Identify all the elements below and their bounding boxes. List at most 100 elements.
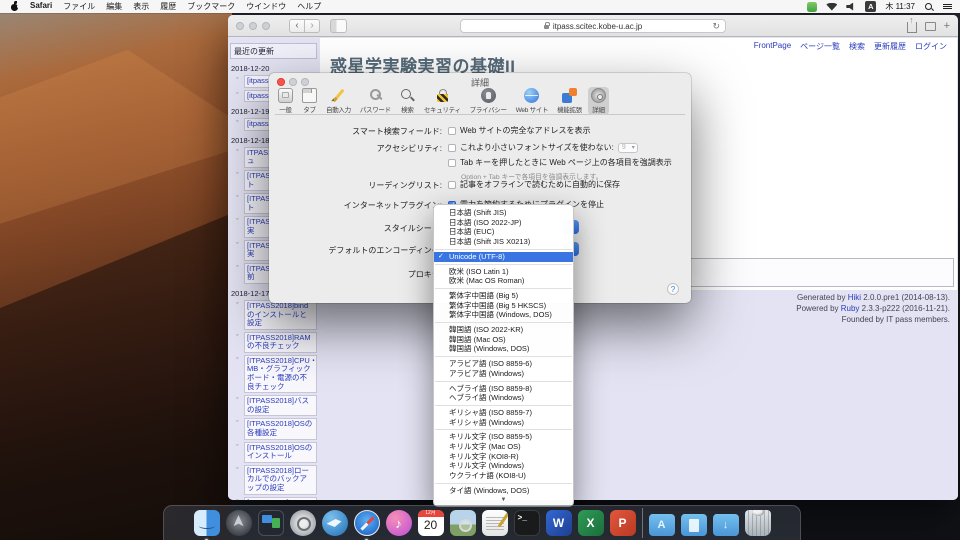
font-size-select[interactable]: 9	[618, 143, 638, 153]
encoding-option[interactable]: ウクライナ語 (KOI8-U)	[434, 471, 573, 481]
checkbox[interactable]	[448, 181, 456, 189]
nav-link-ページ一覧[interactable]: ページ一覧	[800, 41, 840, 52]
encoding-option[interactable]: ヘブライ語 (Windows)	[434, 393, 573, 403]
menu-item-ファイル[interactable]: ファイル	[63, 1, 95, 12]
tab-overview-icon[interactable]	[925, 22, 936, 31]
dock-item-safari[interactable]	[354, 510, 380, 536]
dock-item-system-preferences[interactable]	[290, 510, 316, 536]
notification-center-icon[interactable]	[943, 3, 952, 11]
dock-item-terminal[interactable]: >_	[514, 510, 540, 536]
dock-item-launchpad[interactable]	[226, 510, 252, 536]
sidebar-link[interactable]: [ITPASS2018]ローカルでのバックアップの設定	[244, 465, 317, 495]
prefs-tab-website[interactable]: Web サイト	[513, 87, 551, 115]
close-button[interactable]	[236, 22, 244, 30]
dock-item-itunes[interactable]: ♪	[386, 510, 412, 536]
encoding-option[interactable]: ギリシャ語 (ISO 8859-7)	[434, 408, 573, 418]
encoding-option[interactable]: 韓国語 (Windows, DOS)	[434, 344, 573, 354]
encoding-option[interactable]: 欧米 (ISO Latin 1)	[434, 267, 573, 277]
menu-item-Safari[interactable]: Safari	[30, 1, 52, 12]
encoding-option[interactable]: キリル文字 (Mac OS)	[434, 442, 573, 452]
sidebar-link[interactable]: [ITPASS2018]バスの設定	[244, 395, 317, 416]
menu-item-ヘルプ[interactable]: ヘルプ	[297, 1, 321, 12]
prefs-tab-security[interactable]: セキュリティ	[421, 87, 464, 115]
encoding-option[interactable]: キリル文字 (KOI8-R)	[434, 452, 573, 462]
forward-button[interactable]: ›	[304, 19, 320, 33]
checkbox[interactable]	[448, 144, 456, 152]
input-source-icon[interactable]: A	[865, 1, 876, 12]
dock-item-calendar[interactable]: 12月20	[418, 510, 444, 536]
prefs-tab-extensions[interactable]: 機能拡張	[554, 87, 585, 115]
apple-menu-icon[interactable]	[10, 2, 19, 12]
encoding-option[interactable]: 日本語 (Shift JIS)	[434, 208, 573, 218]
share-icon[interactable]	[907, 22, 917, 33]
menu-item-ウインドウ[interactable]: ウインドウ	[246, 1, 286, 12]
sidebar-link[interactable]: [ITPASS2018]CPU・MB・グラフィックボード・電源の不良チェック	[244, 355, 317, 393]
encoding-option[interactable]: 欧米 (Mac OS Roman)	[434, 276, 573, 286]
encoding-option[interactable]: アラビア語 (ISO 8859-6)	[434, 359, 573, 369]
sidebar-link[interactable]: [ITPASS2018]RAM の不良チェック	[244, 332, 317, 353]
checkbox[interactable]	[448, 127, 456, 135]
encoding-option[interactable]: ヘブライ語 (ISO 8859-8)	[434, 384, 573, 394]
encoding-option[interactable]: キリル文字 (Windows)	[434, 461, 573, 471]
back-button[interactable]: ‹	[289, 19, 305, 33]
help-button[interactable]: ?	[667, 283, 679, 295]
scroll-down-arrow[interactable]: ▼	[434, 496, 573, 504]
encoding-option[interactable]: タイ語 (Windows, DOS)	[434, 486, 573, 496]
sidebar-toggle-icon[interactable]	[330, 19, 347, 33]
menu-bar-clock[interactable]: 木 11:37	[885, 1, 915, 12]
dock-item-trash[interactable]	[745, 510, 771, 536]
dock-item-word[interactable]: W	[546, 510, 572, 536]
encoding-option[interactable]: キリル文字 (ISO 8859-5)	[434, 432, 573, 442]
nav-link-更新履歴[interactable]: 更新履歴	[874, 41, 906, 52]
prefs-tab-general[interactable]: 一般	[275, 87, 296, 115]
footer-link[interactable]: Hiki	[848, 293, 861, 302]
dock-item-folder-downloads[interactable]: ↓	[713, 511, 739, 536]
sidebar-link[interactable]: [ITPASS2018]bindのインストールと設定	[244, 300, 317, 330]
new-tab-icon[interactable]: +	[944, 22, 950, 31]
dock-item-thunderbird[interactable]	[322, 510, 348, 536]
menu-item-編集[interactable]: 編集	[106, 1, 122, 12]
spotlight-search-icon[interactable]	[924, 2, 934, 12]
prefs-tab-advanced[interactable]: 詳細	[588, 87, 609, 115]
menu-item-表示[interactable]: 表示	[133, 1, 149, 12]
nav-link-ログイン[interactable]: ログイン	[915, 41, 947, 52]
nav-link-FrontPage[interactable]: FrontPage	[754, 41, 791, 52]
nav-link-検索[interactable]: 検索	[849, 41, 865, 52]
dock-item-mission-control[interactable]	[258, 510, 284, 536]
checkbox[interactable]	[448, 159, 456, 167]
footer-link[interactable]: Ruby	[841, 304, 860, 313]
prefs-tab-autofill[interactable]: 自動入力	[323, 87, 354, 115]
volume-icon[interactable]	[846, 3, 856, 11]
dock-item-excel[interactable]: X	[578, 510, 604, 536]
dock-item-folder-documents[interactable]	[681, 511, 707, 536]
encoding-option[interactable]: 日本語 (ISO 2022-JP)	[434, 218, 573, 228]
encoding-option[interactable]: 繁体字中国語 (Big 5)	[434, 291, 573, 301]
dock-item-finder[interactable]	[194, 510, 220, 536]
encoding-option[interactable]: 日本語 (EUC)	[434, 227, 573, 237]
menu-item-履歴[interactable]: 履歴	[160, 1, 176, 12]
encoding-option[interactable]: Unicode (UTF-8)	[434, 252, 573, 262]
sidebar-link[interactable]: [Memo2018][ITPASS]サーバ交換作業 (tako)	[244, 497, 317, 500]
encoding-option[interactable]: 繁体字中国語 (Big 5 HKSCS)	[434, 301, 573, 311]
reload-icon[interactable]: ↻	[712, 21, 720, 32]
address-bar[interactable]: itpass.scitec.kobe-u.ac.jp ↻	[460, 19, 726, 33]
sidebar-link[interactable]: [ITPASS2018]OSの各種設定	[244, 418, 317, 439]
encoding-option[interactable]: 日本語 (Shift JIS X0213)	[434, 237, 573, 247]
encoding-option[interactable]: アラビア語 (Windows)	[434, 369, 573, 379]
dock-item-folder-applications[interactable]: A	[649, 511, 675, 536]
minimize-button[interactable]	[249, 22, 257, 30]
dock-item-preview[interactable]	[450, 510, 476, 536]
menu-item-ブックマーク[interactable]: ブックマーク	[187, 1, 235, 12]
dock-item-textedit[interactable]	[482, 510, 508, 536]
prefs-tab-privacy[interactable]: プライバシー	[467, 87, 510, 115]
wifi-icon[interactable]	[826, 3, 837, 11]
sidebar-link[interactable]: [ITPASS2018]OSのインストール	[244, 442, 317, 463]
prefs-tab-password[interactable]: パスワード	[357, 87, 394, 115]
encoding-option[interactable]: 繁体字中国語 (Windows, DOS)	[434, 310, 573, 320]
dock-item-powerpoint[interactable]: P	[610, 510, 636, 536]
status-app-icon[interactable]	[807, 2, 817, 12]
encoding-option[interactable]: ギリシャ語 (Windows)	[434, 418, 573, 428]
encoding-option[interactable]: 韓国語 (ISO 2022-KR)	[434, 325, 573, 335]
zoom-button[interactable]	[262, 22, 270, 30]
encoding-option[interactable]: 韓国語 (Mac OS)	[434, 335, 573, 345]
